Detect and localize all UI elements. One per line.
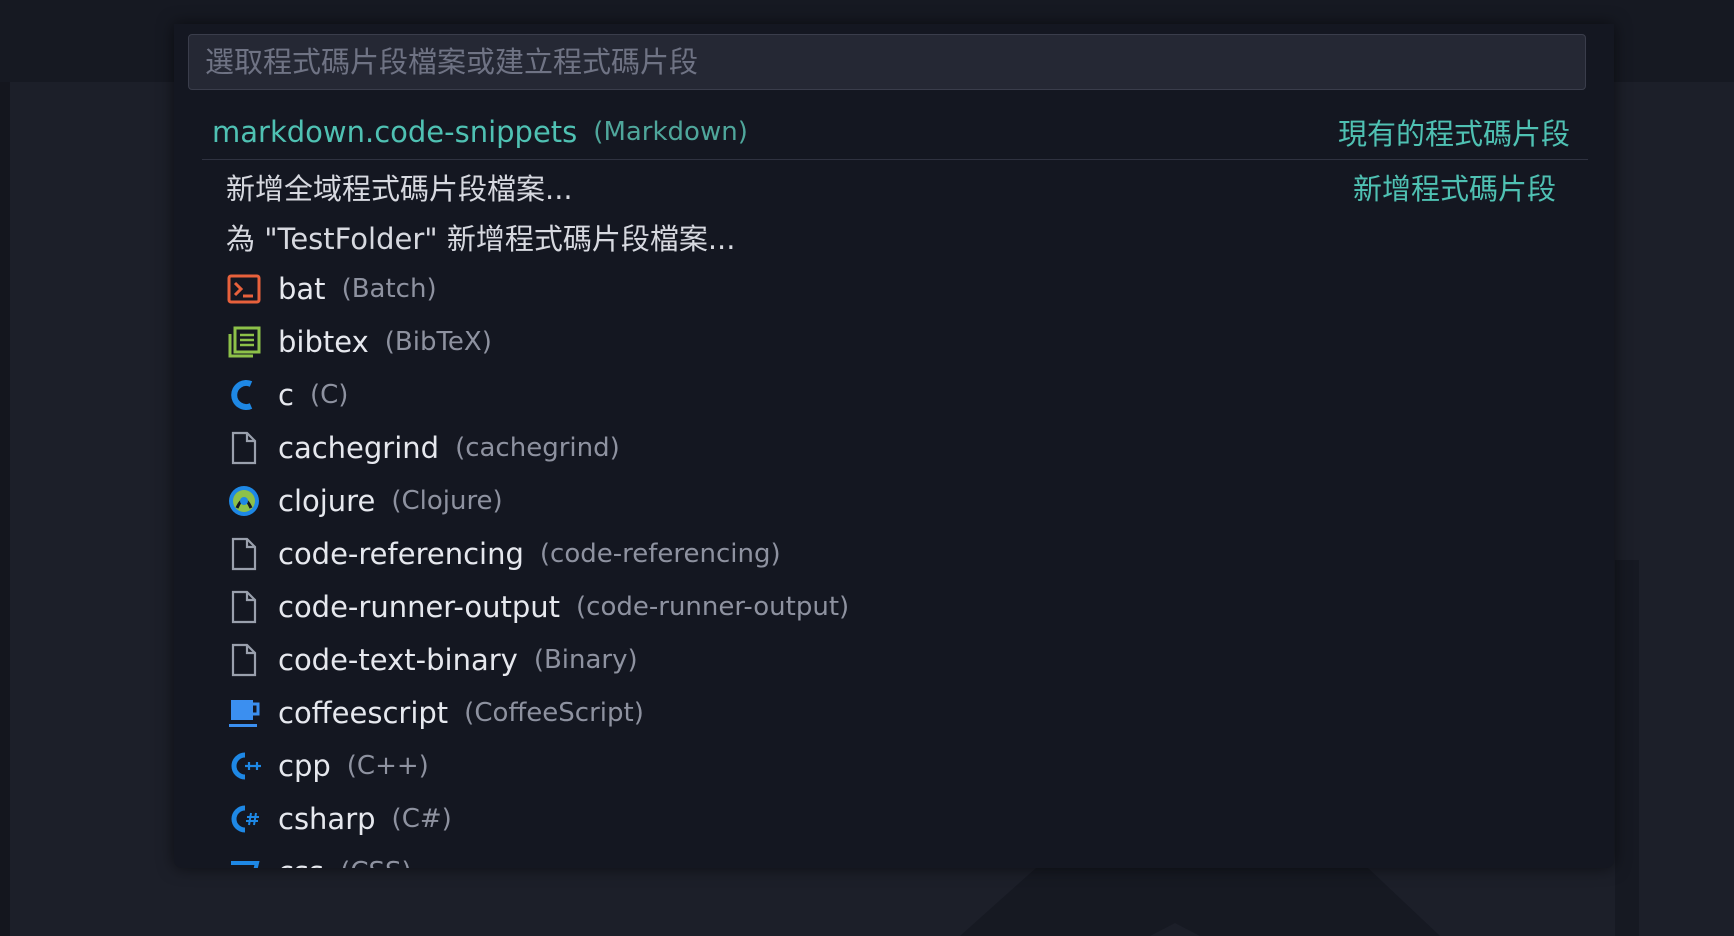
file-icon — [226, 589, 262, 625]
c-lang-icon — [226, 377, 262, 413]
list-item-language[interactable]: css (CSS) — [174, 845, 1614, 868]
language-id: code-text-binary — [278, 642, 518, 677]
language-id: css — [278, 855, 324, 869]
language-name: (CoffeeScript) — [464, 697, 644, 728]
language-name: (Batch) — [341, 273, 437, 304]
css-icon — [226, 854, 262, 868]
file-icon — [226, 536, 262, 572]
language-id: coffeescript — [278, 695, 449, 730]
language-name: (C++) — [346, 750, 429, 781]
list-item-language[interactable]: bat (Batch) — [174, 262, 1614, 315]
language-name: (C) — [309, 379, 349, 410]
terminal-icon — [226, 271, 262, 307]
language-id: code-runner-output — [278, 589, 561, 624]
language-name: (BibTeX) — [384, 326, 492, 357]
quick-pick-list: markdown.code-snippets (Markdown) 現有的程式碼… — [174, 104, 1614, 868]
separator-new-label: 新增程式碼片段 — [1352, 172, 1556, 206]
language-id: clojure — [278, 483, 376, 518]
language-id: c — [278, 377, 294, 412]
language-id: csharp — [278, 801, 376, 836]
list-item-existing-snippet[interactable]: markdown.code-snippets (Markdown) 現有的程式碼… — [202, 104, 1588, 160]
coffee-icon — [226, 695, 262, 731]
list-item-language[interactable]: cachegrind (cachegrind) — [174, 421, 1614, 474]
list-item-language[interactable]: cpp (C++) — [174, 739, 1614, 792]
list-item-language[interactable]: code-runner-output (code-runner-output) — [174, 580, 1614, 633]
snippet-file-language: (Markdown) — [593, 116, 748, 147]
quick-pick-input[interactable] — [188, 34, 1586, 90]
list-item-language[interactable]: csharp (C#) — [174, 792, 1614, 845]
cpp-icon — [226, 748, 262, 784]
editor-minimap-edge — [1615, 560, 1639, 936]
list-item-language[interactable]: code-referencing (code-referencing) — [174, 527, 1614, 580]
list-item-new-folder-snippets[interactable]: 為 "TestFolder" 新增程式碼片段檔案... — [174, 212, 1614, 262]
document-list-icon — [226, 324, 262, 360]
language-id: cachegrind — [278, 430, 440, 465]
language-name: (code-referencing) — [539, 538, 781, 569]
language-id: bat — [278, 271, 326, 306]
file-icon — [226, 642, 262, 678]
language-name: (Binary) — [533, 644, 638, 675]
list-item-language[interactable]: bibtex (BibTeX) — [174, 315, 1614, 368]
list-item-language[interactable]: code-text-binary (Binary) — [174, 633, 1614, 686]
quick-pick-widget: markdown.code-snippets (Markdown) 現有的程式碼… — [174, 24, 1614, 868]
language-name: (C#) — [391, 803, 452, 834]
language-id: code-referencing — [278, 536, 524, 571]
list-item-language[interactable]: coffeescript (CoffeeScript) — [174, 686, 1614, 739]
language-name: (cachegrind) — [455, 432, 620, 463]
activity-bar-edge — [0, 82, 10, 936]
language-id: cpp — [278, 748, 331, 783]
list-item-language[interactable]: c (C) — [174, 368, 1614, 421]
list-item-new-global-snippets[interactable]: 新增全域程式碼片段檔案... 新增程式碼片段 — [174, 162, 1614, 212]
clojure-icon — [226, 483, 262, 519]
action-label: 新增全域程式碼片段檔案... — [226, 172, 573, 206]
list-item-language[interactable]: clojure (Clojure) — [174, 474, 1614, 527]
language-name: (CSS) — [340, 857, 411, 869]
editor-watermark-shape — [960, 868, 1440, 936]
csharp-icon — [226, 801, 262, 837]
language-name: (Clojure) — [391, 485, 503, 516]
separator-existing-label: 現有的程式碼片段 — [1337, 116, 1570, 151]
file-icon — [226, 430, 262, 466]
snippet-file-name: markdown.code-snippets — [212, 114, 578, 149]
action-label: 為 "TestFolder" 新增程式碼片段檔案... — [226, 222, 736, 256]
language-name: (code-runner-output) — [576, 591, 850, 622]
language-id: bibtex — [278, 324, 369, 359]
